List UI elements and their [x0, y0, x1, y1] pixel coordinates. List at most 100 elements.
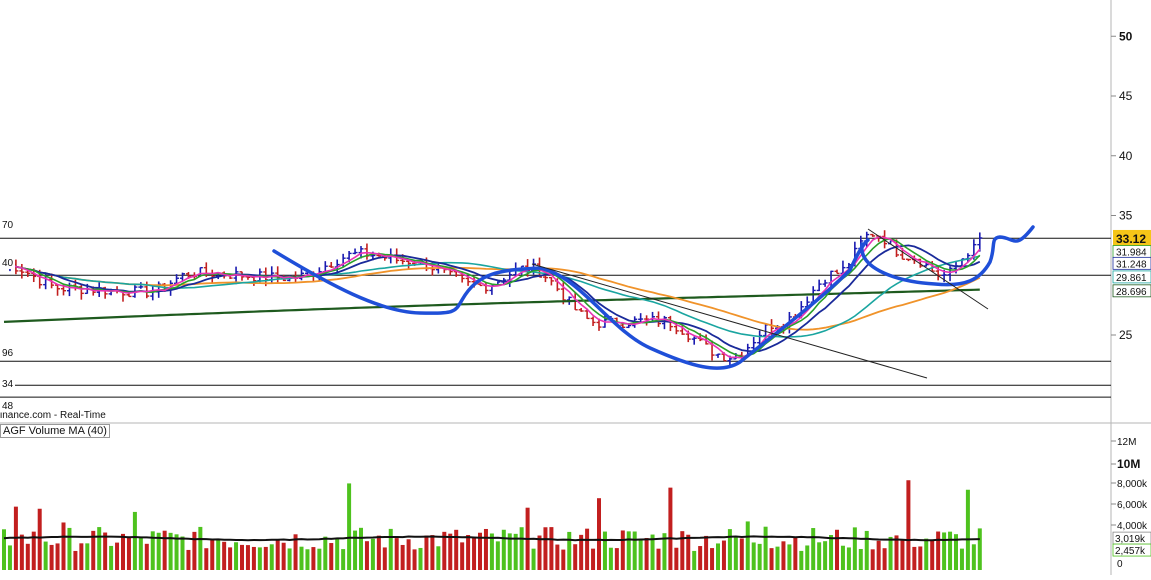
volume-bar	[126, 537, 131, 570]
volume-bar	[418, 547, 423, 570]
volume-bar	[906, 480, 911, 570]
volume-bar	[835, 529, 839, 570]
price-tick-label: 40	[1119, 149, 1133, 163]
volume-bar	[436, 546, 441, 570]
price-tick-label: 25	[1119, 328, 1133, 342]
volume-bar	[805, 545, 810, 570]
volume-bar	[799, 550, 804, 570]
volume-bar	[489, 533, 494, 570]
volume-bar	[132, 511, 137, 570]
volume-bar	[912, 546, 917, 570]
volume-bar	[710, 548, 715, 570]
volume-bar	[745, 521, 750, 570]
volume-bar	[406, 539, 411, 570]
volume-bar	[430, 535, 435, 570]
volume-bar	[162, 530, 167, 570]
volume-bar	[359, 527, 363, 570]
volume-bar	[918, 546, 923, 570]
chart-canvas: 50 45 40 35 25 33.12 31.98431.248 29.861 28.696 1…	[0, 0, 1151, 575]
volume-bar	[674, 547, 679, 570]
volume-bar	[823, 541, 828, 570]
volume-bar	[180, 536, 185, 570]
volume-bar	[632, 531, 637, 570]
volume-last-value: 2,457k	[1115, 546, 1146, 557]
volume-bar	[121, 533, 125, 570]
volume-bar	[144, 543, 149, 570]
data-source-label: inance.com - Real-Time	[0, 410, 106, 421]
volume-bar	[775, 546, 780, 570]
volume-bar	[198, 526, 203, 570]
volume-zero-label: 0	[1117, 559, 1123, 570]
volume-bar	[317, 548, 322, 570]
ma-value-label: 31.984	[1116, 248, 1147, 259]
volume-bar	[103, 532, 108, 570]
volume-bar	[412, 549, 417, 570]
volume-bar	[817, 542, 822, 570]
volume-bar	[704, 535, 709, 570]
volume-bar	[186, 549, 191, 570]
left-level-tag: 96	[0, 348, 16, 359]
left-level-tag: 40	[0, 258, 16, 269]
volume-bar	[620, 530, 625, 570]
volume-bar	[543, 527, 548, 570]
left-level-tag: 48	[0, 401, 16, 412]
volume-bar	[55, 543, 60, 570]
volume-bar	[460, 542, 465, 570]
volume-bar	[269, 544, 274, 570]
volume-bar	[561, 549, 566, 570]
volume-bar	[495, 541, 500, 570]
volume-bar	[341, 549, 346, 570]
volume-bar	[382, 547, 387, 570]
volume-bar	[61, 522, 66, 570]
volume-bar	[977, 528, 982, 570]
volume-bar	[245, 545, 250, 570]
volume-bar	[924, 538, 929, 570]
volume-tick-label: 6,000k	[1117, 500, 1148, 511]
volume-bar	[305, 549, 310, 570]
volume-bar	[769, 548, 774, 570]
volume-bar	[466, 535, 471, 570]
volume-bar	[97, 527, 102, 570]
volume-bar	[19, 534, 24, 570]
volume-bar	[852, 527, 857, 570]
volume-bar	[335, 538, 340, 570]
volume-legend[interactable]: AGF Volume MA (40)	[0, 424, 110, 438]
volume-bar	[388, 528, 393, 570]
volume-bar	[840, 545, 845, 570]
volume-bar	[894, 535, 899, 570]
volume-bar	[257, 547, 262, 570]
volume-bar	[716, 543, 720, 570]
volume-bar	[281, 542, 286, 570]
volume-tick-label: 8,000k	[1117, 479, 1148, 490]
volume-bar	[376, 535, 381, 570]
volume-bar	[7, 545, 12, 570]
volume-bar	[573, 544, 578, 570]
volume-bar	[37, 508, 42, 570]
volume-bar	[287, 548, 292, 570]
volume-bar	[739, 538, 744, 570]
volume-bar	[329, 543, 334, 570]
volume-bar	[644, 537, 649, 570]
volume-bar	[472, 537, 477, 570]
price-tick-label: 50	[1119, 29, 1133, 43]
volume-bar	[959, 548, 964, 570]
volume-tick-label: 4,000k	[1117, 521, 1148, 532]
volume-bar	[721, 540, 726, 570]
volume-bar	[210, 539, 215, 570]
ma-value-label: 28.696	[1116, 287, 1147, 298]
volume-bar	[25, 543, 30, 570]
volume-bar	[698, 546, 703, 570]
left-level-tag: 34	[0, 379, 16, 390]
volume-bar	[531, 548, 536, 570]
last-price-value: 33.12	[1116, 232, 1146, 246]
volume-bar	[811, 528, 816, 570]
volume-bar	[888, 536, 893, 570]
volume-bar	[656, 548, 661, 570]
volume-bar	[638, 539, 643, 570]
left-level-tag: 70	[0, 220, 16, 231]
volume-bar	[781, 541, 786, 570]
volume-bar	[829, 535, 834, 570]
volume-bar	[668, 487, 673, 570]
volume-bar	[240, 544, 244, 570]
volume-bar	[537, 535, 542, 570]
